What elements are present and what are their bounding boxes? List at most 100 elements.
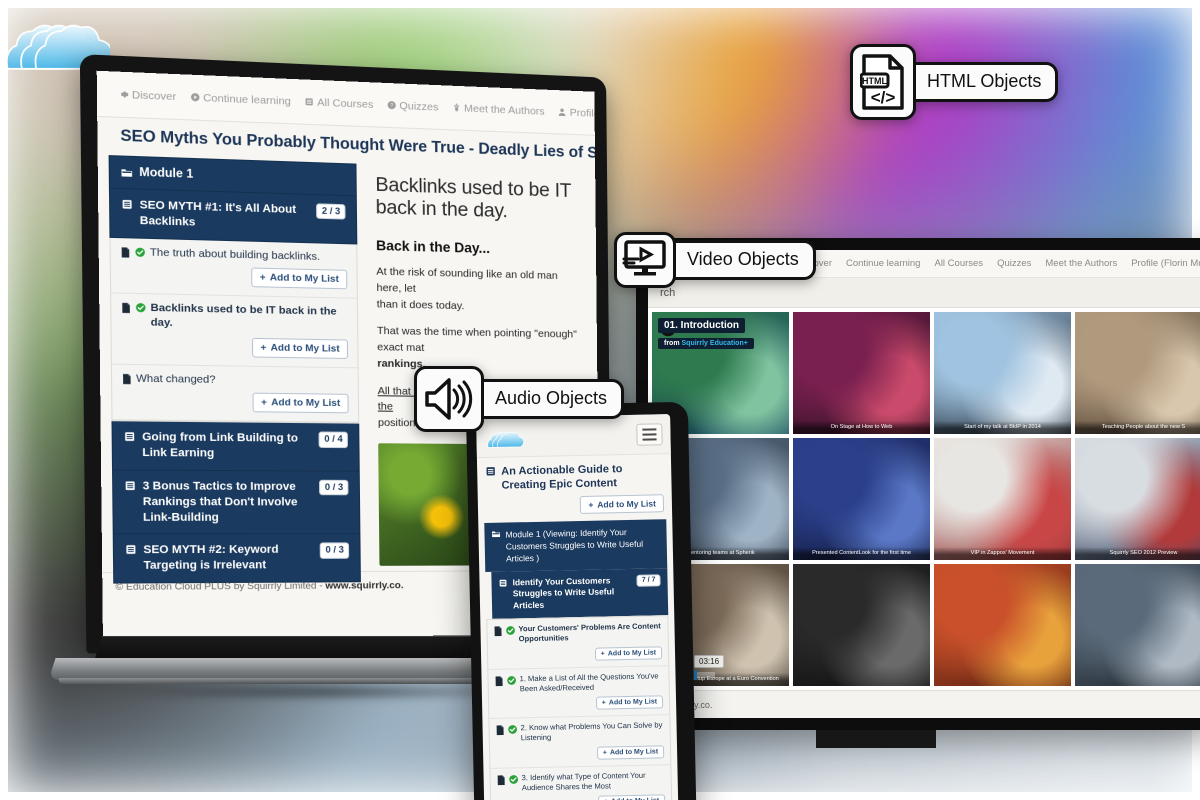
list-item-row: Backlinks used to be IT back in the day. [121,301,348,334]
lesson-list: SEO MYTH #1: It's All About Backlinks 2 /… [108,188,361,584]
lesson-header[interactable]: SEO MYTH #1: It's All About Backlinks 2 /… [108,188,358,245]
video-thumbnail[interactable]: On Stage at How to Web [793,312,930,434]
check-circle-icon [507,675,516,685]
video-thumbnail[interactable] [793,564,930,686]
callout-video-objects: Video Objects [614,232,816,288]
mon-nav-profile[interactable]: Profile (Florin Mure [1131,258,1200,269]
mon-nav-continue-learning[interactable]: Continue learning [846,258,920,269]
add-to-my-list-button[interactable]: +Add to My List [595,695,664,710]
para-line: That was the time when pointing "enough"… [376,324,577,355]
video-thumbnail[interactable] [1075,564,1200,686]
list-item[interactable]: 3. Identify what Type of Content Your Au… [490,764,672,800]
list-item[interactable]: 1. Make a List of All the Questions You'… [488,665,670,720]
list-item[interactable]: The truth about building backlinks. + Add … [110,237,357,300]
podium-icon [453,103,460,112]
callout-audio-objects: Audio Objects [414,366,625,432]
list-item[interactable]: Backlinks used to be IT back in the day.… [111,293,358,368]
nav-item-quizzes[interactable]: ? Quizzes [387,99,439,113]
video-scrubber[interactable] [694,670,715,680]
list-item[interactable]: Your Customers' Problems Are Content Opp… [487,616,669,670]
video-thumbnail[interactable]: Start of my talk at BkIP in 2014 [934,312,1071,434]
nav-label: Discover [131,88,177,103]
lesson-title: SEO MYTH #1: It's All About Backlinks [139,198,297,229]
para-line: position [377,416,416,430]
lesson-title: SEO MYTH #2: Keyword Targeting is Irrele… [143,544,279,573]
plus-icon: + [600,650,605,658]
nav-label: Meet the Authors [464,101,545,118]
plus-icon: + [260,341,267,354]
list-item-row: 1. Make a List of All the Questions You'… [494,671,662,695]
nav-item-all-courses[interactable]: All Courses [305,95,374,111]
list-item-row: 3. Identify what Type of Content Your Au… [497,770,665,794]
button-label: Add to My List [609,748,659,757]
plus-icon: + [588,499,594,510]
list-item-title: What changed? [136,371,216,386]
book-icon [486,467,495,476]
user-icon [558,108,566,117]
nav-item-discover[interactable]: Discover [119,88,177,103]
mon-nav-meet-the-authors[interactable]: Meet the Authors [1045,258,1117,269]
list-item-row: What changed? [122,372,349,389]
nav-label: All Courses [317,95,374,111]
mon-nav-all-courses[interactable]: All Courses [934,258,983,269]
module-sidebar: Module 1 SEO MYTH #1: It's All About Bac… [108,155,361,584]
svg-text:?: ? [390,103,393,109]
monitor-nav-links[interactable]: Discover Continue learning All Courses Q… [795,258,1200,269]
footer-site-link[interactable]: www.squirrly.co. [325,580,403,592]
list-item-title: Your Customers' Problems Are Content Opp… [518,621,661,644]
lesson-items: The truth about building backlinks. + Add … [109,237,360,424]
app-nav[interactable]: Discover Continue learning All Courses ?… [119,88,600,121]
video-caption: On Stage at How to Web [793,421,930,434]
book-icon [125,432,135,442]
nav-item-continue-learning[interactable]: Continue learning [190,91,291,107]
article-icon [497,775,505,785]
article-icon [121,246,130,258]
video-thumbnail[interactable]: Teaching People about the new S [1075,312,1200,434]
add-to-my-list-button[interactable]: +Add to My List [252,392,349,414]
list-item[interactable]: 2. Know what Problems You Can Solve by L… [489,715,671,769]
lesson-title: Going from Link Building to Link Earning [142,431,299,460]
phone-module-header[interactable]: Module 1 (Viewing: Identify Your Custome… [484,518,668,572]
lesson-header[interactable]: Going from Link Building to Link Earning… [111,421,360,472]
lesson-progress-badge: 0 / 3 [320,542,350,559]
add-to-my-list-button[interactable]: +Add to My List [594,646,663,661]
button-label: Add to My List [597,498,657,510]
video-thumbnail[interactable]: Presented ContentLook for the first time [793,438,930,560]
add-to-my-list-button[interactable]: +Add to My List [597,794,666,800]
video-thumbnail[interactable]: VIP in Zappos' Movement [934,438,1071,560]
phone-item-list: Your Customers' Problems Are Content Opp… [486,615,673,800]
monitor-search-label: rch [660,286,676,299]
question-circle-icon: ? [387,100,396,110]
code-glyph: </> [871,88,896,107]
check-circle-icon [135,247,145,257]
video-ribbon-subtitle: from Squirrly Education+ [658,338,754,349]
video-thumbnail[interactable] [934,564,1071,686]
video-grid: 01. Introduction from Squirrly Education+… [648,308,1200,690]
callout-label: Video Objects [658,240,816,280]
article-icon [496,725,504,736]
callout-html-objects: HTML </> HTML Objects [850,44,1059,120]
add-to-my-list-button[interactable]: +Add to My List [596,744,665,760]
hamburger-icon[interactable] [636,422,663,446]
callout-label: Audio Objects [466,379,625,419]
callout-label: HTML Objects [898,62,1059,102]
lesson-header[interactable]: SEO MYTH #2: Keyword Targeting is Irrele… [112,534,361,584]
plus-icon: + [261,397,268,409]
video-thumbnail[interactable]: Squirrly SEO 2012 Preview [1075,438,1200,560]
list-item-title: Backlinks used to be IT back in the day. [150,301,337,330]
nav-item-meet-the-authors[interactable]: Meet the Authors [452,101,545,117]
add-to-my-list-button[interactable]: +Add to My List [251,267,348,290]
add-to-my-list-button[interactable]: + Add to My List [580,493,665,514]
list-item[interactable]: What changed? + Add to My List [111,364,359,423]
html-label: HTML [862,76,887,86]
check-circle-icon [509,774,519,784]
plus-icon: + [601,699,606,707]
article-subheading: Back in the Day... [375,237,491,257]
book-icon [305,98,313,106]
book-icon [122,199,132,209]
mon-nav-quizzes[interactable]: Quizzes [997,258,1031,269]
add-to-my-list-button[interactable]: +Add to My List [251,337,349,359]
nav-item-profile[interactable]: Profile (Flo [558,106,600,120]
phone-lesson-header[interactable]: Identify Your Customers Struggles to Wri… [491,567,669,620]
lesson-header[interactable]: 3 Bonus Tactics to Improve Rankings that… [112,470,361,535]
